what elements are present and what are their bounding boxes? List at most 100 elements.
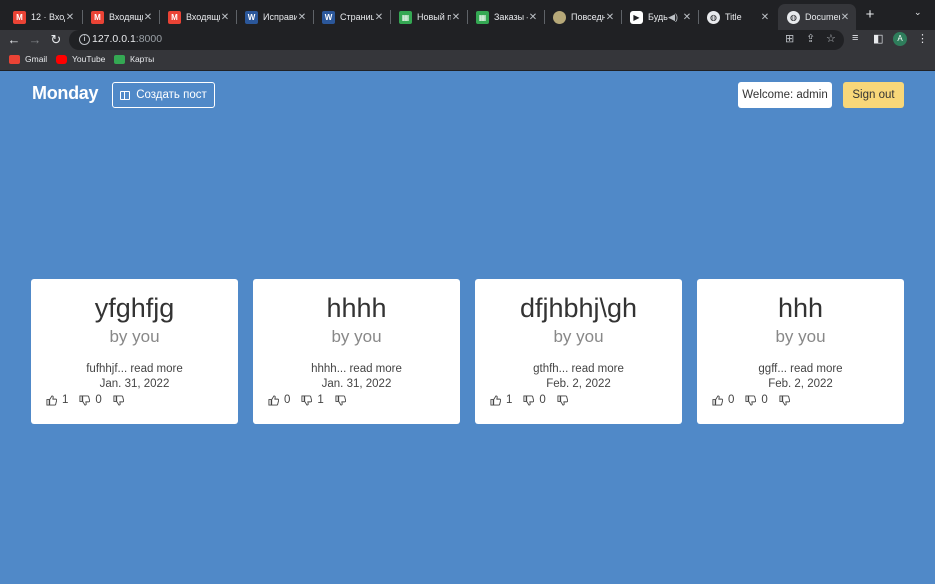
gmail-icon [9, 54, 20, 64]
browser-tab-active[interactable]: ◍ Documen ✕ [778, 4, 856, 30]
close-tab-icon[interactable]: ✕ [374, 12, 384, 23]
post-card[interactable]: hhh by you ggff... read more Feb. 2, 202… [697, 279, 904, 424]
globe-icon: ◍ [787, 10, 800, 24]
browser-tab[interactable]: W Страниц ✕ [313, 4, 390, 30]
play-icon: ▶ [630, 10, 643, 24]
thumbs-up-icon[interactable] [46, 394, 57, 406]
post-title[interactable]: hhh [697, 293, 904, 324]
browser-tab[interactable]: ▦ Заказы – ✕ [467, 4, 544, 30]
close-tab-icon[interactable]: ✕ [682, 12, 692, 23]
tab-title: 12 · Входя [31, 12, 65, 22]
vote-bar: 1 0 [490, 394, 573, 406]
gmail-icon: M [168, 10, 181, 24]
tab-title: Страниц [340, 12, 374, 22]
dislike-count: 0 [761, 394, 768, 406]
browser-tab[interactable]: W Исправи ✕ [236, 4, 313, 30]
vote-bar: 0 0 [712, 394, 795, 406]
bookmark-youtube[interactable]: YouTube [56, 54, 105, 64]
post-author: by you [553, 327, 604, 346]
thumbs-down-icon[interactable] [745, 394, 757, 406]
close-tab-icon[interactable]: ✕ [143, 12, 153, 23]
page-content: Monday Создать пост Welcome: admin Sign … [0, 71, 935, 584]
sign-out-button[interactable]: Sign out [843, 82, 904, 108]
close-tab-icon[interactable]: ✕ [605, 12, 615, 23]
thumbs-down-icon[interactable] [523, 394, 535, 406]
post-card[interactable]: yfghfjg by you fufhhjf... read more Jan.… [31, 279, 238, 424]
post-excerpt[interactable]: gthfh... read more [475, 363, 682, 375]
post-author: by you [109, 327, 160, 346]
browser-tab[interactable]: ▦ Новый п ✕ [390, 4, 467, 30]
close-tab-icon[interactable]: ✕ [297, 12, 307, 23]
bookmark-gmail[interactable]: Gmail [9, 54, 47, 64]
media-control-icon[interactable]: ≡ [852, 32, 858, 44]
post-card[interactable]: dfjhbhj\gh by you gthfh... read more Feb… [475, 279, 682, 424]
browser-tab[interactable]: M Входящи ✕ [82, 4, 159, 30]
bookmark-label: YouTube [72, 54, 106, 64]
close-tab-icon[interactable]: ✕ [528, 12, 538, 23]
thumbs-up-icon[interactable] [712, 394, 723, 406]
browser-tab[interactable]: ◍ Title ✕ [698, 4, 776, 30]
tab-strip: M 12 · Входя ✕ M Входящи ✕ M Входящи ✕ W… [0, 0, 935, 30]
post-card[interactable]: hhhh by you hhhh... read more Jan. 31, 2… [253, 279, 460, 424]
close-tab-icon[interactable]: ✕ [840, 12, 850, 23]
post-excerpt[interactable]: fufhhjf... read more [31, 363, 238, 375]
speaker-icon[interactable]: ◀) [668, 12, 678, 23]
post-date: Feb. 2, 2022 [546, 378, 611, 390]
tab-search-chevron-icon[interactable]: ⌄ [914, 7, 922, 18]
tab-title: Title [725, 12, 742, 22]
post-excerpt[interactable]: ggff... read more [697, 363, 904, 375]
thumbs-down-icon[interactable] [779, 394, 790, 406]
vote-bar: 1 0 [46, 394, 129, 406]
thumbs-down-icon[interactable] [335, 394, 346, 406]
browser-tab[interactable]: M 12 · Входя ✕ [4, 4, 81, 30]
welcome-badge[interactable]: Welcome: admin [738, 82, 832, 108]
thumbs-down-icon[interactable] [557, 394, 568, 406]
browser-menu-icon[interactable]: ⋮ [917, 32, 928, 45]
bookmark-label: Карты [130, 54, 155, 64]
forward-arrow-icon[interactable]: → [26, 31, 44, 49]
book-icon [120, 90, 131, 100]
reload-icon[interactable]: ↻ [47, 31, 65, 49]
back-arrow-icon[interactable]: ← [5, 31, 23, 49]
bookmark-star-icon[interactable]: ☆ [826, 32, 836, 45]
share-icon[interactable]: ⇪ [806, 32, 815, 45]
post-date: Feb. 2, 2022 [768, 378, 833, 390]
browser-tab[interactable]: Повседн ✕ [544, 4, 621, 30]
thumbs-down-icon[interactable] [79, 394, 91, 406]
post-excerpt[interactable]: hhhh... read more [253, 363, 460, 375]
browser-tab[interactable]: M Входящи ✕ [159, 4, 236, 30]
dislike-count: 1 [317, 394, 324, 406]
bookmark-maps[interactable]: Карты [114, 54, 154, 64]
info-icon[interactable]: i [79, 34, 90, 45]
thumbs-up-icon[interactable] [490, 394, 501, 406]
close-tab-icon[interactable]: ✕ [760, 12, 770, 23]
word-icon: W [322, 10, 335, 24]
create-post-button[interactable]: Создать пост [112, 82, 215, 108]
post-title[interactable]: yfghfjg [31, 293, 238, 324]
like-count: 0 [728, 394, 735, 406]
translate-icon[interactable]: ⊞ [785, 32, 794, 45]
word-icon: W [245, 10, 258, 24]
dislike-count: 0 [95, 394, 102, 406]
site-logo[interactable]: Monday [32, 83, 99, 104]
close-tab-icon[interactable]: ✕ [65, 12, 75, 23]
post-author: by you [775, 327, 826, 346]
side-panel-icon[interactable]: ◧ [873, 32, 883, 45]
like-count: 1 [62, 394, 69, 406]
address-bar[interactable]: i 127.0.0.1:8000 ⊞ ⇪ ☆ [69, 30, 844, 50]
tab-title: Исправи [263, 12, 297, 22]
thumbs-down-icon[interactable] [301, 394, 313, 406]
close-tab-icon[interactable]: ✕ [451, 12, 461, 23]
thumbs-up-icon[interactable] [268, 394, 279, 406]
browser-tab[interactable]: ▶ Будь ◀) ✕ [621, 4, 698, 30]
post-title[interactable]: dfjhbhj\gh [475, 293, 682, 324]
profile-avatar[interactable]: A [893, 32, 907, 46]
thumbs-down-icon[interactable] [113, 394, 124, 406]
close-tab-icon[interactable]: ✕ [220, 12, 230, 23]
sheet-icon: ▦ [476, 10, 489, 24]
new-tab-button[interactable]: + [862, 6, 878, 24]
url-text: 127.0.0.1:8000 [92, 33, 162, 45]
globe-icon: ◍ [707, 10, 720, 24]
post-title[interactable]: hhhh [253, 293, 460, 324]
like-count: 1 [506, 394, 513, 406]
